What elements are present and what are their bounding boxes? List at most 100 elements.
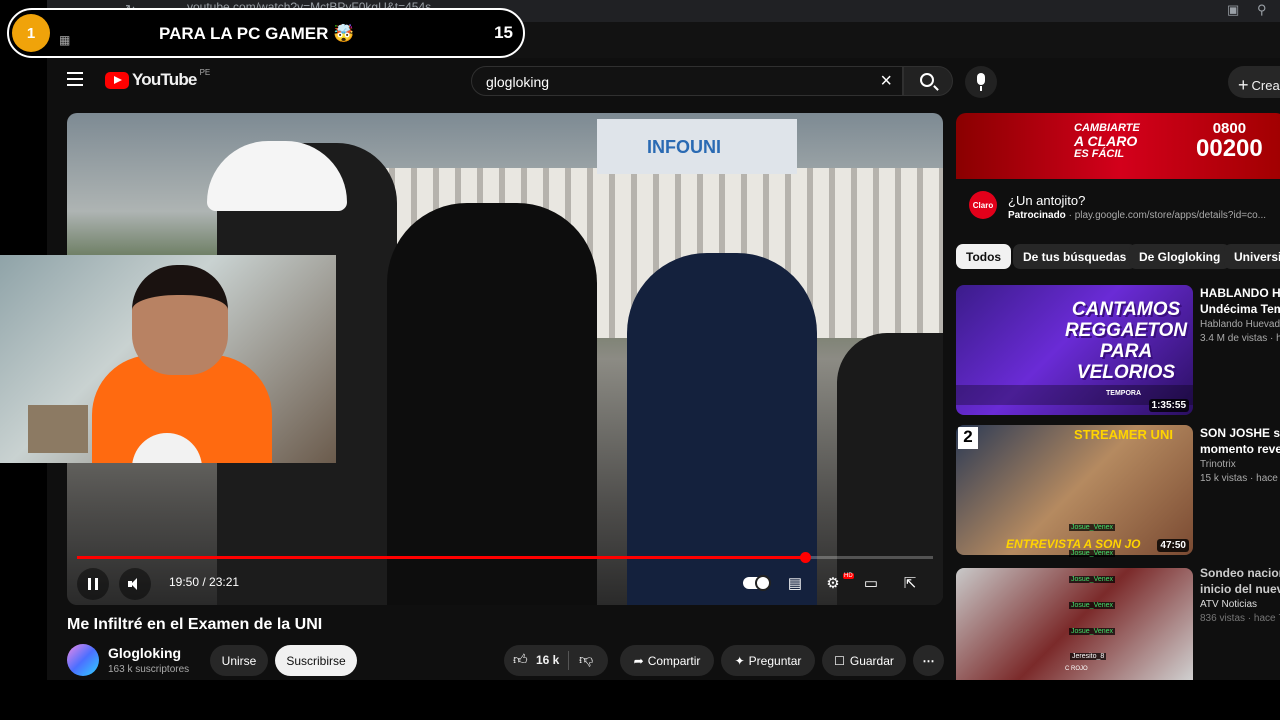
pause-icon: [88, 578, 91, 590]
recommendation-thumbnail[interactable]: [956, 568, 1193, 680]
rec-title: Sondeo naciona: [1200, 566, 1280, 580]
rec-channel: ATV Noticias: [1200, 599, 1258, 610]
stream-overlay-banner: 1 ▦ PARA LA PC GAMER 🤯 15: [7, 8, 525, 58]
ad-banner[interactable]: CAMBIARTE A CLARO ES FÁCIL 0800 00200: [956, 113, 1280, 179]
save-button[interactable]: ☐ Guardar: [822, 645, 906, 676]
chip-searches[interactable]: De tus búsquedas: [1013, 244, 1137, 269]
rec-channel: Hablando Huevada: [1200, 319, 1280, 330]
recommendation-info[interactable]: SON JOSHE str momento revela Trinotrix 1…: [1200, 425, 1280, 484]
progress-bar[interactable]: [77, 552, 933, 563]
rec-meta: 3.4 M de vistas · h: [1200, 333, 1280, 344]
chat-username: Josue_Venex: [1069, 550, 1116, 557]
logo-text: YouTube: [132, 70, 197, 89]
voice-search-button[interactable]: [965, 66, 997, 98]
settings-icon[interactable]: ⚙: [821, 572, 845, 596]
subscriber-count: 163 k suscriptores: [108, 664, 190, 675]
youtube-header: YouTube PE glogloking × +Crear: [47, 58, 1280, 106]
overlay-count: 15: [494, 23, 513, 42]
fullscreen-icon[interactable]: ⇱: [898, 572, 922, 596]
video-title: Me Infiltré en el Examen de la UNI: [67, 616, 323, 633]
hd-badge: HD: [843, 573, 854, 579]
subtitles-icon[interactable]: ▤: [783, 572, 807, 596]
rec-title: HABLANDO HU: [1200, 286, 1280, 300]
recommendation-info[interactable]: HABLANDO HU Undécima Temp Hablando Hueva…: [1200, 285, 1280, 344]
chip-todos[interactable]: Todos: [956, 244, 1012, 269]
ad-info[interactable]: Claro ¿Un antojito? Patrocinado · play.g…: [956, 179, 1280, 231]
ask-button[interactable]: ✦ Preguntar: [721, 645, 815, 676]
rec-meta: 836 vistas · hace 7: [1200, 613, 1280, 624]
overlay-rank-badge: 1: [12, 14, 50, 52]
chat-username: Josue_Venex: [1069, 628, 1116, 635]
rec-channel: Trinotrix: [1200, 459, 1236, 470]
grid-icon: ▦: [59, 33, 71, 47]
pause-button[interactable]: [77, 568, 109, 600]
time-display: 19:50 / 23:21: [169, 575, 240, 589]
youtube-play-icon: [105, 71, 129, 89]
install-icon[interactable]: ▣: [1227, 2, 1239, 18]
more-icon: ⋯: [922, 653, 935, 668]
channel-name[interactable]: Glogloking: [108, 645, 181, 661]
overlay-title: PARA LA PC GAMER 🤯: [159, 24, 355, 43]
plus-icon: +: [1238, 75, 1249, 95]
save-label: Guardar: [849, 653, 894, 668]
rec-title: inicio del nuevo: [1200, 582, 1280, 596]
rec-meta: 15 k vistas · hace 5: [1200, 473, 1280, 484]
youtube-logo[interactable]: YouTube PE: [105, 67, 211, 90]
chat-username: Josue_Venex: [1069, 602, 1116, 609]
progress-played: [77, 556, 805, 559]
country-code: PE: [199, 67, 211, 77]
more-actions-button[interactable]: ⋯: [913, 645, 944, 676]
advertiser-logo: Claro: [969, 191, 997, 219]
create-label: Crear: [1251, 78, 1280, 93]
channel-avatar[interactable]: [67, 644, 99, 676]
thumbnail-rank: 2: [958, 427, 978, 449]
video-duration: 47:50: [1157, 539, 1189, 552]
ad-meta: Patrocinado · play.google.com/store/apps…: [1008, 210, 1267, 221]
subscribe-button[interactable]: Suscribirse: [275, 645, 357, 676]
like-dislike-group: 👍︎ 16 k 👎︎: [504, 645, 608, 676]
ad-banner-text: CAMBIARTE A CLARO ES FÁCIL: [1074, 122, 1140, 160]
thumbnail-text: STREAMER UNI: [1074, 427, 1173, 442]
video-scene-sign: INFOUNI: [597, 119, 797, 174]
ask-label: Preguntar: [748, 653, 802, 668]
share-icon: ➦: [633, 653, 644, 668]
zoom-icon[interactable]: ⚲: [1257, 2, 1267, 18]
recommendation-info[interactable]: Sondeo naciona inicio del nuevo ATV Noti…: [1200, 565, 1280, 624]
recommendation-thumbnail[interactable]: 2 STREAMER UNI ENTREVISTA A SON JO 47:50: [956, 425, 1193, 555]
share-label: Compartir: [647, 653, 701, 668]
mic-icon: [977, 73, 985, 85]
join-button[interactable]: Unirse: [210, 645, 268, 676]
volume-icon: [128, 578, 142, 590]
chat-footer-user: Jeresito_8: [1070, 653, 1107, 660]
recommendation-thumbnail[interactable]: CANTAMOS REGGAETON PARA VELORIOS TEMPORA…: [956, 285, 1193, 415]
bookmark-icon: ☐: [834, 653, 845, 668]
thumbs-down-icon[interactable]: 👎︎: [579, 651, 593, 668]
ad-phone-number: 0800 00200: [1196, 120, 1263, 162]
clear-search-icon[interactable]: ×: [880, 70, 892, 93]
webcam-overlay: [0, 255, 336, 463]
sparkle-icon: ✦: [734, 653, 745, 668]
menu-icon[interactable]: [67, 72, 83, 86]
webcam-person-head: [132, 265, 228, 375]
video-person: [837, 333, 943, 605]
like-count[interactable]: 16 k: [536, 653, 559, 667]
chat-footer-label: C ROJO: [1065, 666, 1088, 672]
thumbs-up-icon[interactable]: 👍︎: [513, 651, 528, 668]
progress-scrubber[interactable]: [799, 552, 811, 563]
video-duration: 1:35:55: [1148, 399, 1189, 412]
rec-title: Undécima Temp: [1200, 302, 1280, 316]
chip-university[interactable]: Universid: [1224, 244, 1280, 269]
rec-title: momento revela: [1200, 442, 1280, 456]
ad-title[interactable]: ¿Un antojito?: [1008, 193, 1085, 208]
autoplay-toggle[interactable]: [743, 575, 771, 591]
share-button[interactable]: ➦ Compartir: [620, 645, 714, 676]
volume-button[interactable]: [119, 568, 151, 600]
video-person: [627, 253, 817, 605]
create-button[interactable]: +Crear: [1228, 66, 1280, 98]
search-button[interactable]: [903, 66, 953, 96]
chip-channel[interactable]: De Glogloking: [1129, 244, 1231, 269]
theater-mode-icon[interactable]: ▭: [859, 572, 883, 596]
search-input[interactable]: glogloking ×: [471, 66, 903, 96]
thumbnail-text: CANTAMOS REGGAETON PARA VELORIOS: [1064, 299, 1188, 383]
webcam-box: [28, 405, 88, 453]
